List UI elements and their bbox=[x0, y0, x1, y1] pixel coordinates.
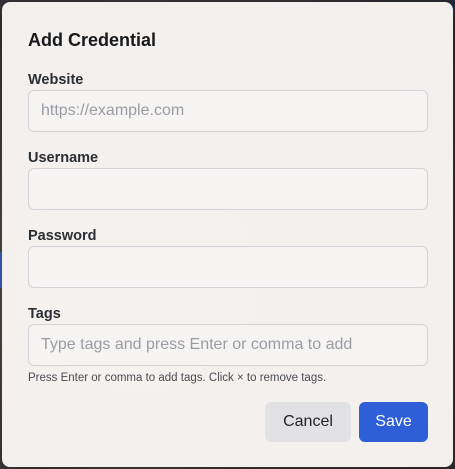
tags-input[interactable] bbox=[28, 324, 428, 366]
add-credential-dialog: Add Credential Website Username Password… bbox=[2, 2, 453, 467]
dialog-title: Add Credential bbox=[28, 30, 157, 50]
website-label: Website bbox=[28, 72, 84, 88]
cancel-button[interactable]: Cancel bbox=[265, 402, 351, 442]
username-label: Username bbox=[28, 150, 99, 166]
tags-hint: Press Enter or comma to add tags. Click … bbox=[28, 372, 327, 384]
password-input[interactable] bbox=[28, 246, 428, 288]
save-button[interactable]: Save bbox=[359, 402, 428, 442]
password-label: Password bbox=[28, 228, 97, 244]
website-input[interactable] bbox=[28, 90, 428, 132]
username-input[interactable] bbox=[28, 168, 428, 210]
tags-label: Tags bbox=[28, 306, 61, 322]
